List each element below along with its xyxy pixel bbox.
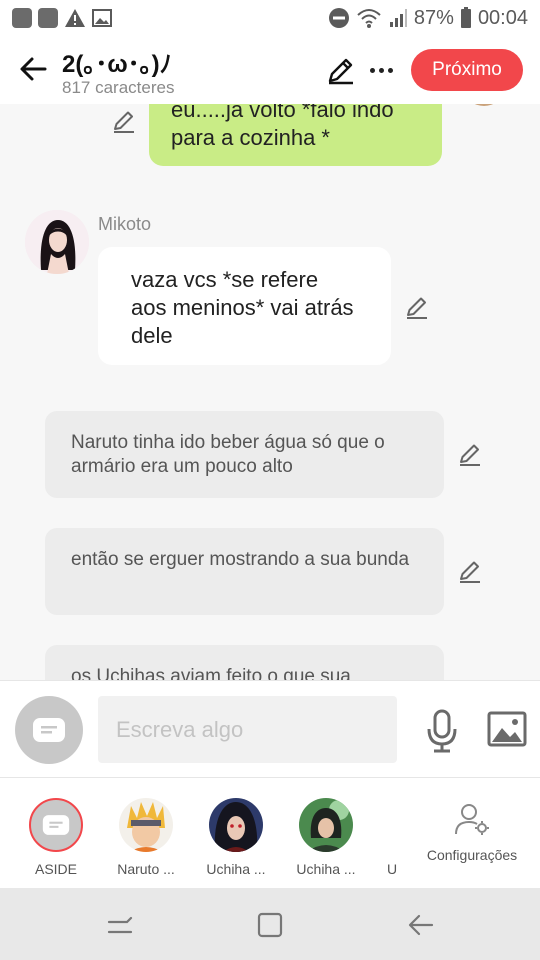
app-notification-icon	[12, 8, 32, 28]
status-right: 87% 00:04	[328, 7, 528, 30]
character-partial[interactable]: U	[352, 798, 432, 877]
character-label: U	[386, 861, 398, 877]
message-bubble-mikoto[interactable]: vaza vcs *se refere aos meninos* vai atr…	[98, 247, 391, 365]
do-not-disturb-icon	[328, 8, 349, 28]
signal-icon	[389, 9, 407, 27]
warning-icon	[65, 9, 85, 27]
character-count: 817 caracteres	[62, 78, 175, 97]
dot-icon	[378, 67, 384, 73]
aside-toggle-button[interactable]	[15, 696, 83, 764]
microphone-icon[interactable]	[424, 709, 460, 753]
pencil-icon[interactable]	[325, 54, 357, 86]
character-selector: ASIDE Naruto ... Uchiha ... Uchiha ... U…	[0, 778, 540, 888]
battery-percent: 87%	[413, 6, 454, 29]
sender-name: Mikoto	[98, 214, 152, 234]
arrow-left-icon	[20, 57, 47, 81]
home-icon[interactable]	[255, 910, 285, 940]
image-icon[interactable]	[487, 711, 527, 747]
back-button[interactable]	[16, 52, 50, 86]
input-bar	[0, 680, 540, 778]
narration-bubble[interactable]: os Uchihas aviam feito o que sua	[45, 645, 444, 680]
message-input[interactable]	[98, 696, 397, 763]
message-icon	[33, 718, 65, 742]
pencil-icon[interactable]	[457, 558, 483, 584]
status-bar: 87% 00:04	[0, 0, 540, 36]
image-notification-icon	[92, 9, 112, 27]
message-bubble-own[interactable]: eu.....ja volto *falo indo para a cozinh…	[149, 104, 442, 166]
character-label: ASIDE	[34, 861, 77, 877]
character-portrait-icon	[299, 798, 353, 852]
dot-icon	[369, 67, 375, 73]
character-portrait-icon	[25, 210, 89, 274]
page-title: 2(｡･ω･｡)ﾉ	[62, 51, 172, 78]
character-aside[interactable]: ASIDE	[16, 798, 96, 877]
settings-button[interactable]: Configurações	[422, 802, 522, 863]
pencil-icon[interactable]	[404, 294, 430, 320]
pencil-icon[interactable]	[457, 441, 483, 467]
dot-icon	[387, 67, 393, 73]
character-portrait-icon	[209, 798, 263, 852]
notification-icons	[12, 8, 112, 28]
narration-bubble[interactable]: Naruto tinha ido beber água só que o arm…	[45, 411, 444, 498]
character-portrait-icon	[119, 798, 173, 852]
wifi-icon	[357, 9, 381, 28]
avatar	[299, 798, 353, 852]
avatar	[465, 104, 503, 106]
pencil-icon[interactable]	[111, 108, 137, 134]
clock: 00:04	[477, 6, 528, 29]
avatar	[365, 798, 419, 852]
battery-icon	[460, 7, 471, 28]
app-notification-icon	[38, 8, 58, 28]
system-nav-bar	[0, 888, 540, 960]
message-icon	[42, 815, 70, 835]
next-button[interactable]: Próximo	[411, 49, 523, 91]
chat-area[interactable]: eu.....ja volto *falo indo para a cozinh…	[0, 104, 540, 680]
character-label: Uchiha ...	[206, 861, 266, 877]
more-options-button[interactable]	[366, 54, 396, 86]
character-naruto[interactable]: Naruto ...	[106, 798, 186, 877]
avatar	[119, 798, 173, 852]
character-uchiha-1[interactable]: Uchiha ...	[196, 798, 276, 877]
user-settings-icon	[455, 804, 489, 835]
avatar	[209, 798, 263, 852]
character-label: Naruto ...	[117, 861, 175, 877]
avatar-mikoto[interactable]	[25, 210, 89, 274]
aside-avatar	[29, 798, 83, 852]
recent-apps-icon[interactable]	[105, 910, 135, 940]
narration-bubble[interactable]: então se erguer mostrando a sua bunda	[45, 528, 444, 615]
back-nav-icon[interactable]	[406, 910, 436, 940]
settings-label: Configurações	[426, 847, 518, 863]
editor-header: 2(｡･ω･｡)ﾉ 817 caracteres Próximo	[0, 36, 540, 104]
